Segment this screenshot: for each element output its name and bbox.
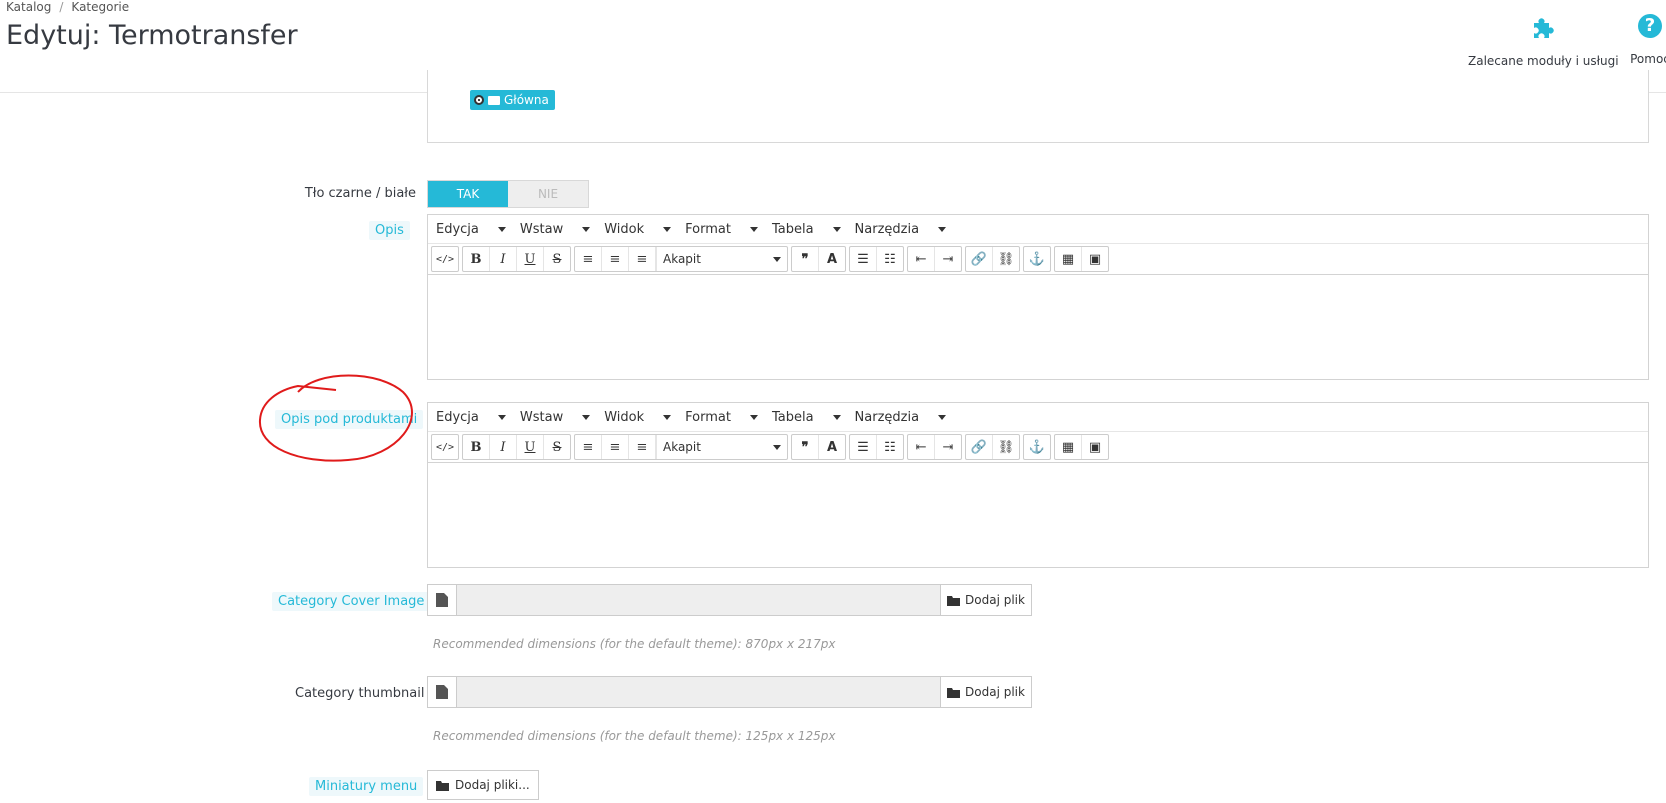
- blockquote-icon[interactable]: ❞: [792, 435, 819, 459]
- menu-insert[interactable]: Wstaw: [520, 222, 591, 237]
- align-center-icon[interactable]: ≡: [602, 435, 629, 459]
- recommended-modules-label: Zalecane moduły i usługi: [1468, 54, 1619, 68]
- description-editor: Edycja Wstaw Widok Format Tabela Narzędz…: [427, 214, 1649, 380]
- anchor-icon[interactable]: ⚓: [1024, 435, 1050, 459]
- align-right-icon[interactable]: ≡: [629, 247, 656, 271]
- link-icon[interactable]: 🔗: [966, 435, 993, 459]
- media-icon[interactable]: ▦: [1055, 247, 1082, 271]
- folder-icon: [488, 95, 500, 105]
- file-icon: [428, 585, 457, 615]
- editor-menubar: Edycja Wstaw Widok Format Tabela Narzędz…: [428, 403, 1648, 432]
- bw-background-switch[interactable]: TAK NIE: [427, 180, 589, 208]
- media-icon[interactable]: ▦: [1055, 435, 1082, 459]
- align-center-icon[interactable]: ≡: [602, 247, 629, 271]
- editor-menubar: Edycja Wstaw Widok Format Tabela Narzędz…: [428, 215, 1648, 244]
- add-files-button[interactable]: Dodaj pliki...: [427, 770, 539, 800]
- bullet-list-icon[interactable]: ☰: [850, 247, 877, 271]
- editor-content-area[interactable]: [428, 463, 1648, 567]
- menu-format[interactable]: Format: [685, 222, 758, 237]
- link-icon[interactable]: 🔗: [966, 247, 993, 271]
- recommended-modules-button[interactable]: Zalecane moduły i usługi: [1468, 14, 1619, 68]
- thumbnail-hint: Recommended dimensions (for the default …: [433, 729, 836, 743]
- thumbnail-label: Category thumbnail: [295, 686, 425, 701]
- editor-content-area[interactable]: [428, 275, 1648, 379]
- question-circle-icon: ?: [1638, 14, 1662, 38]
- breadcrumb-separator: /: [59, 0, 64, 14]
- anchor-icon[interactable]: ⚓: [1024, 247, 1050, 271]
- menu-thumbnails-label: Miniatury menu: [309, 777, 424, 796]
- menu-view[interactable]: Widok: [604, 222, 672, 237]
- cover-image-label: Category Cover Image: [272, 592, 431, 611]
- breadcrumb-catalog[interactable]: Katalog: [6, 0, 51, 14]
- strikethrough-icon[interactable]: S: [544, 247, 570, 271]
- menu-table[interactable]: Tabela: [772, 410, 841, 425]
- underline-icon[interactable]: U: [517, 435, 544, 459]
- help-button[interactable]: ? Pomoc: [1620, 14, 1666, 66]
- menu-edit[interactable]: Edycja: [436, 410, 506, 425]
- tree-node-label: Główna: [504, 93, 549, 107]
- underline-icon[interactable]: U: [517, 247, 544, 271]
- align-right-icon[interactable]: ≡: [629, 435, 656, 459]
- format-select[interactable]: Akapit: [656, 247, 787, 271]
- text-color-icon[interactable]: A: [819, 247, 845, 271]
- description-label: Opis: [369, 221, 410, 240]
- bw-background-label: Tło czarne / białe: [304, 186, 416, 201]
- thumbnail-add-button[interactable]: Dodaj plik: [940, 677, 1031, 707]
- menu-insert[interactable]: Wstaw: [520, 410, 591, 425]
- cover-image-upload[interactable]: Dodaj plik: [427, 584, 1032, 616]
- editor-toolbar: </> B I U S ≡ ≡ ≡ Akapit ❞ A ☰ ☷ ⇤ ⇥ 🔗 ⛓: [428, 244, 1648, 275]
- italic-icon[interactable]: I: [490, 247, 517, 271]
- tree-radio[interactable]: [474, 95, 484, 105]
- switch-no[interactable]: NIE: [508, 181, 588, 207]
- breadcrumb-categories[interactable]: Kategorie: [71, 0, 129, 14]
- indent-icon[interactable]: ⇥: [935, 435, 961, 459]
- folder-open-icon: [436, 780, 449, 791]
- menu-format[interactable]: Format: [685, 410, 758, 425]
- outdent-icon[interactable]: ⇤: [908, 247, 935, 271]
- page-title: Edytuj: Termotransfer: [6, 20, 298, 51]
- cover-image-filename: [457, 585, 940, 615]
- menu-tools[interactable]: Narzędzia: [855, 410, 947, 425]
- outdent-icon[interactable]: ⇤: [908, 435, 935, 459]
- puzzle-icon: [1534, 18, 1554, 38]
- align-left-icon[interactable]: ≡: [575, 435, 602, 459]
- unlink-icon[interactable]: ⛓: [993, 435, 1019, 459]
- thumbnail-filename: [457, 677, 940, 707]
- folder-open-icon: [947, 595, 961, 606]
- text-color-icon[interactable]: A: [819, 435, 845, 459]
- thumbnail-upload[interactable]: Dodaj plik: [427, 676, 1032, 708]
- menu-tools[interactable]: Narzędzia: [855, 222, 947, 237]
- code-icon[interactable]: </>: [432, 435, 458, 459]
- bold-icon[interactable]: B: [463, 247, 490, 271]
- image-icon[interactable]: ▣: [1082, 247, 1108, 271]
- blockquote-icon[interactable]: ❞: [792, 247, 819, 271]
- category-tree: Główna: [427, 70, 1649, 143]
- bullet-list-icon[interactable]: ☰: [850, 435, 877, 459]
- description-below-products-editor: Edycja Wstaw Widok Format Tabela Narzędz…: [427, 402, 1649, 568]
- format-select[interactable]: Akapit: [656, 435, 787, 459]
- tree-node-main[interactable]: Główna: [470, 90, 555, 110]
- indent-icon[interactable]: ⇥: [935, 247, 961, 271]
- file-icon: [428, 677, 457, 707]
- numbered-list-icon[interactable]: ☷: [877, 435, 903, 459]
- menu-table[interactable]: Tabela: [772, 222, 841, 237]
- editor-toolbar: </> B I U S ≡ ≡ ≡ Akapit ❞ A ☰ ☷ ⇤ ⇥ 🔗 ⛓: [428, 432, 1648, 463]
- image-icon[interactable]: ▣: [1082, 435, 1108, 459]
- menu-view[interactable]: Widok: [604, 410, 672, 425]
- unlink-icon[interactable]: ⛓: [993, 247, 1019, 271]
- breadcrumb: Katalog / Kategorie: [6, 0, 129, 14]
- cover-image-hint: Recommended dimensions (for the default …: [433, 637, 836, 651]
- annotation-circle: [258, 374, 413, 462]
- help-label: Pomoc: [1630, 52, 1666, 66]
- folder-open-icon: [947, 687, 961, 698]
- italic-icon[interactable]: I: [490, 435, 517, 459]
- switch-yes[interactable]: TAK: [428, 181, 508, 207]
- cover-image-add-button[interactable]: Dodaj plik: [940, 585, 1031, 615]
- numbered-list-icon[interactable]: ☷: [877, 247, 903, 271]
- code-icon[interactable]: </>: [432, 247, 458, 271]
- strikethrough-icon[interactable]: S: [544, 435, 570, 459]
- bold-icon[interactable]: B: [463, 435, 490, 459]
- align-left-icon[interactable]: ≡: [575, 247, 602, 271]
- menu-edit[interactable]: Edycja: [436, 222, 506, 237]
